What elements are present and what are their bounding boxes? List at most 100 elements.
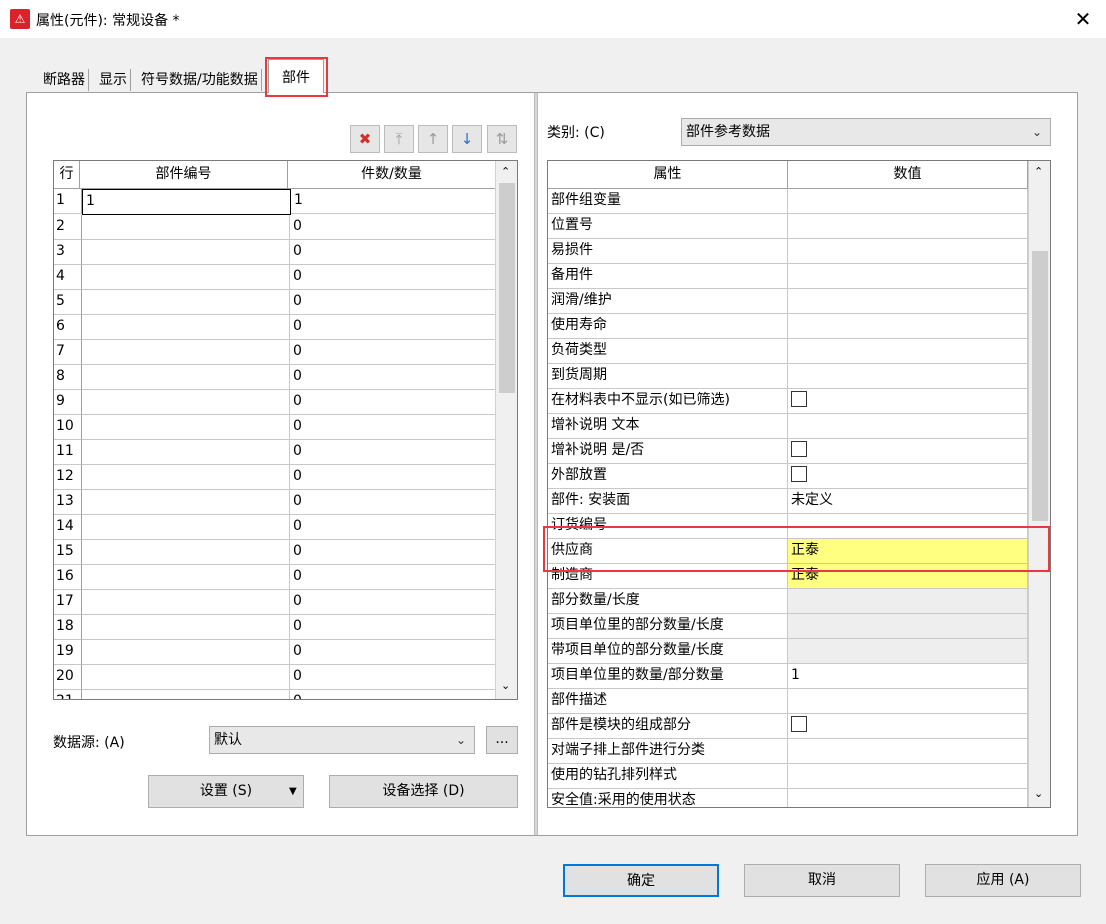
table-row[interactable]: 17 0 [54, 590, 517, 615]
property-row[interactable]: 部件组变量 [548, 189, 1050, 214]
table-row[interactable]: 80 [54, 365, 517, 390]
property-value[interactable] [788, 439, 1028, 464]
property-value[interactable] [788, 289, 1028, 314]
move-up-icon[interactable]: ↑ [418, 125, 448, 153]
property-row[interactable]: 对端子排上部件进行分类 [548, 739, 1050, 764]
ok-button[interactable]: 确定 [563, 864, 719, 897]
table-row[interactable]: 21 0 [54, 690, 517, 699]
part-number-cell[interactable] [82, 515, 290, 540]
col-quantity[interactable]: 件数/数量 [288, 161, 496, 189]
table-row[interactable]: 111 [54, 189, 517, 215]
table-row[interactable]: 19 0 [54, 640, 517, 665]
property-row[interactable]: 项目单位里的部分数量/长度 [548, 614, 1050, 639]
property-row[interactable]: 使用的钻孔排列样式 [548, 764, 1050, 789]
apply-button[interactable]: 应用 (A) [925, 864, 1081, 897]
part-number-cell[interactable] [82, 240, 290, 265]
part-number-cell[interactable] [82, 365, 290, 390]
scroll-thumb[interactable] [499, 183, 515, 393]
checkbox[interactable] [791, 441, 807, 457]
table-row[interactable]: 10 0 [54, 415, 517, 440]
property-row[interactable]: 安全值:采用的使用状态 [548, 789, 1050, 807]
property-value[interactable] [788, 364, 1028, 389]
table-row[interactable]: 13 0 [54, 490, 517, 515]
quantity-cell[interactable]: 0 [290, 290, 498, 315]
property-value[interactable] [788, 339, 1028, 364]
quantity-cell[interactable]: 0 [290, 640, 498, 665]
table-row[interactable]: 14 0 [54, 515, 517, 540]
checkbox[interactable] [791, 716, 807, 732]
move-down-icon[interactable]: ↓ [452, 125, 482, 153]
properties-scrollbar[interactable]: ⌃ ⌄ [1028, 161, 1050, 807]
col-value[interactable]: 数值 [788, 161, 1028, 189]
table-row[interactable]: 60 [54, 315, 517, 340]
property-value[interactable] [788, 214, 1028, 239]
property-value[interactable] [788, 189, 1028, 214]
cancel-button[interactable]: 取消 [744, 864, 900, 897]
browse-button[interactable]: ... [486, 726, 518, 754]
property-row[interactable]: 部件是模块的组成部分 [548, 714, 1050, 739]
move-top-icon[interactable]: ⤒ [384, 125, 414, 153]
property-value[interactable]: 1 [788, 664, 1028, 689]
property-row[interactable]: 增补说明 是/否 [548, 439, 1050, 464]
part-number-cell[interactable] [82, 690, 290, 699]
property-value[interactable] [788, 239, 1028, 264]
table-row[interactable]: 90 [54, 390, 517, 415]
property-value[interactable] [788, 764, 1028, 789]
property-value[interactable] [788, 414, 1028, 439]
property-row[interactable]: 部分数量/长度 [548, 589, 1050, 614]
part-number-cell[interactable] [82, 590, 290, 615]
property-row[interactable]: 部件: 安装面 未定义 [548, 489, 1050, 514]
property-row[interactable]: 项目单位里的数量/部分数量 1 [548, 664, 1050, 689]
quantity-cell[interactable]: 0 [290, 565, 498, 590]
category-select[interactable]: 部件参考数据 ⌄ [681, 118, 1051, 146]
quantity-cell[interactable]: 0 [290, 365, 498, 390]
part-number-cell[interactable] [82, 615, 290, 640]
part-number-cell[interactable] [82, 290, 290, 315]
part-number-cell[interactable] [82, 415, 290, 440]
quantity-cell[interactable]: 0 [290, 215, 498, 240]
table-row[interactable]: 30 [54, 240, 517, 265]
table-row[interactable]: 15 0 [54, 540, 517, 565]
property-value[interactable] [788, 739, 1028, 764]
property-row[interactable]: 到货周期 [548, 364, 1050, 389]
datasource-select[interactable]: 默认 ⌄ [209, 726, 475, 754]
property-value[interactable] [788, 714, 1028, 739]
quantity-cell[interactable]: 0 [290, 490, 498, 515]
scroll-down-icon[interactable]: ⌄ [1034, 787, 1043, 800]
part-number-cell[interactable] [82, 565, 290, 590]
property-row[interactable]: 润滑/维护 [548, 289, 1050, 314]
property-value[interactable] [788, 639, 1028, 664]
quantity-cell[interactable]: 0 [290, 590, 498, 615]
col-part-number[interactable]: 部件编号 [80, 161, 288, 189]
table-row[interactable]: 70 [54, 340, 517, 365]
part-number-cell[interactable] [82, 215, 290, 240]
table-row[interactable]: 50 [54, 290, 517, 315]
quantity-cell[interactable]: 0 [290, 440, 498, 465]
panel-splitter[interactable] [534, 93, 538, 835]
part-number-cell[interactable] [82, 340, 290, 365]
table-row[interactable]: 11 0 [54, 440, 517, 465]
quantity-cell[interactable]: 0 [290, 665, 498, 690]
swap-icon[interactable]: ⇅ [487, 125, 517, 153]
tab-display[interactable]: 显示 [96, 69, 131, 91]
close-button[interactable]: ✕ [1060, 0, 1106, 38]
property-row[interactable]: 负荷类型 [548, 339, 1050, 364]
property-row[interactable]: 使用寿命 [548, 314, 1050, 339]
table-row[interactable]: 20 [54, 215, 517, 240]
scroll-up-icon[interactable]: ⌃ [1034, 165, 1043, 178]
property-row[interactable]: 位置号 [548, 214, 1050, 239]
parts-scrollbar[interactable]: ⌃ ⌄ [495, 161, 517, 699]
settings-button[interactable]: 设置 (S) ▼ [148, 775, 304, 808]
property-value[interactable] [788, 264, 1028, 289]
part-number-cell[interactable] [82, 490, 290, 515]
table-row[interactable]: 12 0 [54, 465, 517, 490]
quantity-cell[interactable]: 0 [290, 240, 498, 265]
part-number-cell[interactable] [82, 265, 290, 290]
device-select-button[interactable]: 设备选择 (D) [329, 775, 518, 808]
quantity-cell[interactable]: 0 [290, 315, 498, 340]
quantity-cell[interactable]: 0 [290, 415, 498, 440]
property-value[interactable] [788, 689, 1028, 714]
scroll-up-icon[interactable]: ⌃ [501, 165, 510, 178]
property-row[interactable]: 增补说明 文本 [548, 414, 1050, 439]
property-row[interactable]: 在材料表中不显示(如已筛选) [548, 389, 1050, 414]
